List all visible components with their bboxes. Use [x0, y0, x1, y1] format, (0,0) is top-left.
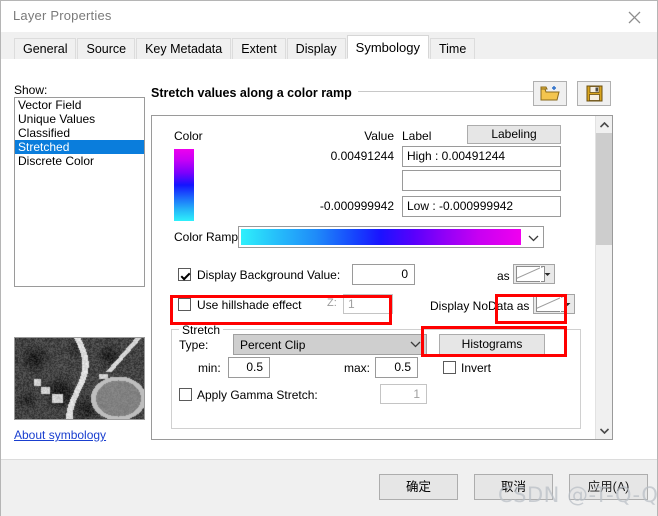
stretch-max-input[interactable]: 0.5	[375, 357, 418, 378]
scroll-down-icon[interactable]	[596, 422, 612, 439]
tab-symbology[interactable]: Symbology	[346, 35, 429, 59]
symbology-inner: Color Value Label Labeling 0.00491244 Hi…	[152, 116, 596, 439]
scrollbar-thumb[interactable]	[596, 133, 612, 245]
apply-button[interactable]: 应用(A)	[569, 474, 648, 500]
display-nodata-label: Display NoData as	[430, 299, 530, 313]
labeling-button[interactable]: Labeling	[467, 125, 561, 144]
color-ramp-select[interactable]	[238, 226, 544, 248]
title-bar: Layer Properties	[1, 1, 657, 32]
stretch-max-label: max:	[344, 361, 371, 375]
color-ramp-label: Color Ramp:	[174, 230, 242, 244]
show-item-vector-field[interactable]: Vector Field	[15, 98, 144, 112]
window-title: Layer Properties	[13, 8, 112, 23]
show-item-stretched[interactable]: Stretched	[15, 140, 144, 154]
background-value-input[interactable]: 0	[352, 264, 415, 285]
column-header-label: Label	[402, 129, 432, 143]
chevron-down-icon	[540, 266, 553, 282]
stretch-group-caption: Stretch	[179, 323, 224, 337]
gamma-value-input[interactable]: 1	[380, 384, 427, 404]
folder-open-icon[interactable]	[533, 81, 567, 106]
chevron-down-icon	[560, 296, 573, 312]
invert-label: Invert	[461, 361, 492, 375]
layer-properties-dialog: Layer Properties General Source Key Meta…	[0, 0, 658, 516]
background-color-swatch-dropdown[interactable]	[513, 264, 555, 284]
high-label-input[interactable]: High : 0.00491244	[402, 146, 561, 167]
show-list[interactable]: Vector Field Unique Values Classified St…	[14, 97, 145, 287]
panel-header: Stretch values along a color ramp	[151, 86, 358, 100]
color-ramp-preview	[241, 229, 521, 245]
apply-gamma-stretch-checkbox[interactable]	[179, 388, 192, 401]
tab-display[interactable]: Display	[286, 38, 346, 59]
color-gradient-swatch[interactable]	[174, 149, 194, 221]
use-hillshade-label: Use hillshade effect	[197, 298, 302, 312]
apply-gamma-stretch-label: Apply Gamma Stretch:	[197, 388, 318, 402]
z-label: Z:	[327, 297, 337, 309]
z-value-input[interactable]: 1	[343, 294, 393, 314]
vertical-scrollbar[interactable]	[595, 116, 612, 439]
column-header-color: Color	[174, 129, 203, 143]
show-label: Show:	[14, 83, 48, 97]
ok-button[interactable]: 确定	[379, 474, 458, 500]
stretch-min-input[interactable]: 0.5	[228, 357, 270, 378]
floppy-save-icon[interactable]	[577, 81, 611, 106]
cancel-button[interactable]: 取消	[474, 474, 553, 500]
chevron-down-icon	[404, 341, 426, 348]
column-header-value: Value	[364, 129, 394, 143]
stretch-type-label: Type:	[179, 338, 209, 352]
display-background-value-label: Display Background Value:	[197, 268, 341, 282]
tab-time[interactable]: Time	[429, 38, 476, 59]
about-symbology-link[interactable]: About symbology	[14, 428, 106, 442]
tab-source[interactable]: Source	[77, 38, 136, 59]
low-value: -0.000999942	[319, 199, 394, 213]
tab-general[interactable]: General	[14, 38, 77, 59]
chevron-down-icon	[528, 231, 539, 245]
stretch-type-select[interactable]: Percent Clip	[233, 334, 427, 355]
symbology-scroll-area: Color Value Label Labeling 0.00491244 Hi…	[151, 115, 613, 440]
stretch-panel: Stretch values along a color ramp Color …	[151, 81, 645, 443]
high-value: 0.00491244	[330, 149, 394, 163]
stretch-type-value: Percent Clip	[240, 337, 306, 352]
tab-extent[interactable]: Extent	[232, 38, 286, 59]
background-as-label: as	[497, 269, 510, 283]
show-item-unique-values[interactable]: Unique Values	[15, 112, 144, 126]
dialog-footer: 确定 取消 应用(A)	[1, 459, 657, 516]
show-item-discrete-color[interactable]: Discrete Color	[15, 154, 144, 168]
invert-checkbox[interactable]	[443, 361, 456, 374]
histograms-button[interactable]: Histograms	[439, 334, 545, 355]
stretch-min-label: min:	[198, 361, 221, 375]
low-label-input[interactable]: Low : -0.000999942	[402, 196, 561, 217]
nodata-color-swatch-dropdown[interactable]	[533, 294, 575, 314]
use-hillshade-checkbox[interactable]	[178, 298, 191, 311]
show-item-classified[interactable]: Classified	[15, 126, 144, 140]
layer-preview-thumbnail	[14, 337, 145, 420]
display-background-value-checkbox[interactable]	[178, 268, 191, 281]
tab-key-metadata[interactable]: Key Metadata	[136, 38, 232, 59]
middle-label-input[interactable]	[402, 170, 561, 191]
close-icon[interactable]	[621, 5, 647, 29]
symbology-tab-content: Show: Vector Field Unique Values Classif…	[1, 59, 657, 459]
tab-strip: General Source Key Metadata Extent Displ…	[1, 32, 657, 60]
scroll-up-icon[interactable]	[596, 116, 612, 133]
